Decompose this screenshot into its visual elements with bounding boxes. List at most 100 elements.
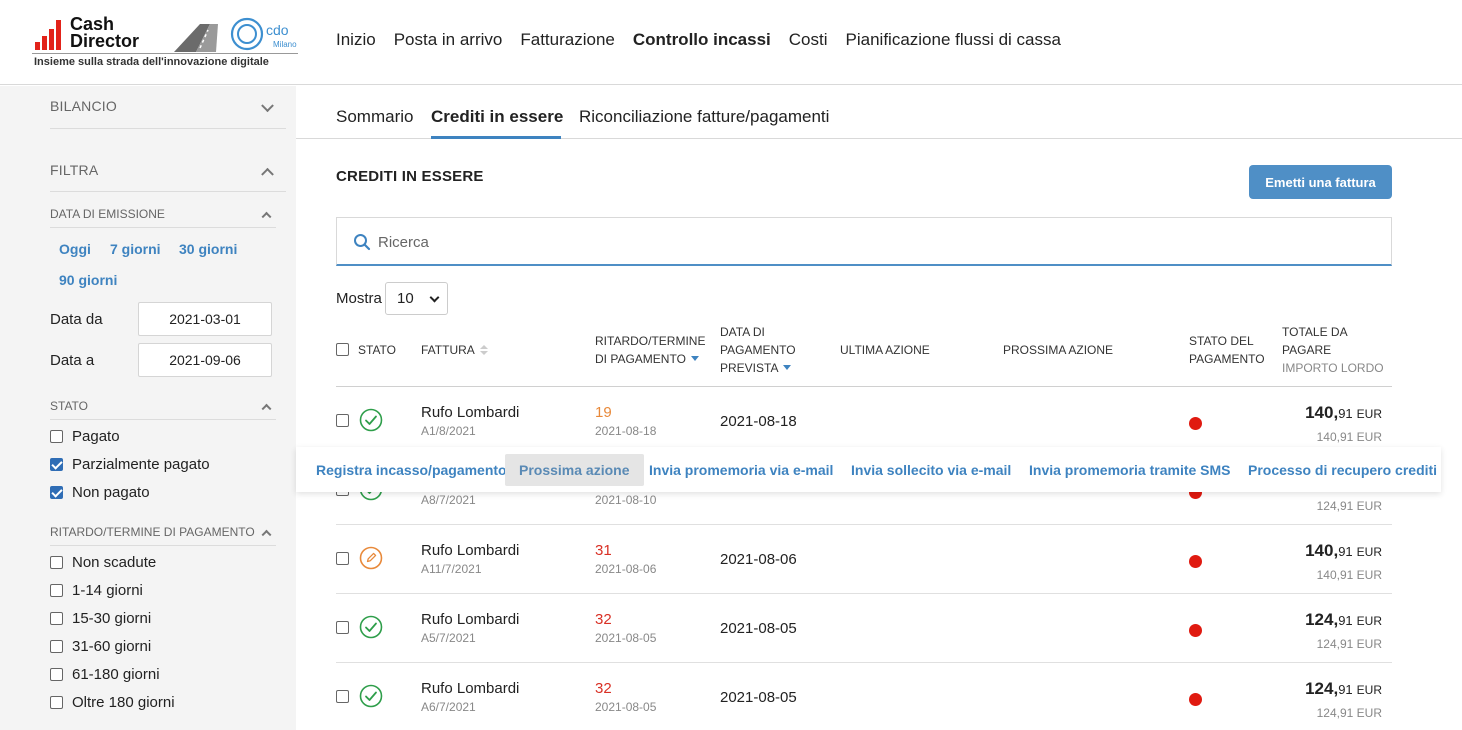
table-row[interactable]: Rufo Lombardi A5/7/2021 32 2021-08-05 20… [336, 594, 1392, 663]
chevron-up-icon [261, 167, 274, 181]
gross-amount: 140,91 EUR [1316, 568, 1382, 582]
divider [50, 227, 276, 228]
top-header: Cash Director cdo Milano Insieme sulla s… [0, 0, 1462, 85]
row-checkbox[interactable] [336, 621, 349, 634]
delay-option-oltre-180[interactable]: Oltre 180 giorni [50, 694, 175, 711]
tab-riconciliazione[interactable]: Riconciliazione fatture/pagamenti [579, 107, 829, 127]
option-label: Non pagato [72, 484, 150, 501]
gross-amount: 140,91 EUR [1316, 430, 1382, 444]
total-amount: 124,91 EUR [1305, 679, 1382, 698]
search-box [336, 217, 1392, 266]
table-row[interactable]: Rufo Lombardi A1/8/2021 19 2021-08-18 20… [336, 387, 1392, 456]
date-to-label: Data a [50, 352, 95, 369]
delay-option-61-180[interactable]: 61-180 giorni [50, 666, 160, 683]
issue-invoice-button[interactable]: Emetti una fattura [1249, 165, 1392, 199]
row-action-bar: Registra incasso/pagamento Prossima azio… [296, 447, 1441, 492]
send-email-reminder-action[interactable]: Invia promemoria via e-mail [635, 454, 847, 486]
sort-icon [479, 345, 488, 355]
brand-name: Cash Director [70, 14, 140, 51]
row-checkbox[interactable] [336, 690, 349, 703]
state-option-non-pagato[interactable]: Non pagato [50, 484, 150, 501]
total-amount: 140,91 EUR [1305, 403, 1382, 422]
quick-filter-today[interactable]: Oggi [59, 241, 91, 257]
chevron-up-icon [261, 529, 272, 540]
delay-option-31-60[interactable]: 31-60 giorni [50, 638, 151, 655]
search-input[interactable] [378, 230, 1278, 254]
search-icon [354, 234, 371, 251]
gross-amount: 124,91 EUR [1316, 706, 1382, 720]
page-title: CREDITI IN ESSERE [336, 168, 484, 185]
state-section-toggle[interactable]: STATO [50, 399, 276, 415]
debt-recovery-action[interactable]: Processo di recupero crediti [1234, 454, 1451, 486]
main-navigation: Inizio Posta in arrivo Fatturazione Cont… [336, 30, 1061, 50]
row-checkbox[interactable] [336, 414, 349, 427]
chevron-down-icon [429, 292, 440, 303]
nav-item-fatturazione[interactable]: Fatturazione [520, 30, 615, 50]
row-checkbox[interactable] [336, 552, 349, 565]
table-row[interactable]: Rufo Lombardi A6/7/2021 32 2021-08-05 20… [336, 663, 1392, 730]
tab-crediti-in-essere[interactable]: Crediti in essere [431, 107, 563, 127]
active-tab-indicator [431, 136, 561, 139]
issue-date-section-toggle[interactable]: DATA DI EMISSIONE [50, 207, 276, 223]
cash-director-logo[interactable]: Cash Director cdo Milano Insieme sulla s… [32, 14, 298, 72]
header-payment-state: STATO DEL PAGAMENTO [1189, 334, 1265, 366]
nav-item-inizio[interactable]: Inizio [336, 30, 376, 50]
date-to-input[interactable] [138, 343, 272, 377]
delay-option-15-30[interactable]: 15-30 giorni [50, 610, 151, 627]
nav-item-controllo-incassi[interactable]: Controllo incassi [633, 30, 771, 50]
delay-days: 32 [595, 680, 612, 697]
expected-payment-date: 2021-08-05 [720, 689, 797, 706]
chevron-up-icon [261, 403, 272, 414]
quick-filter-30-days[interactable]: 30 giorni [179, 241, 237, 257]
nav-item-costi[interactable]: Costi [789, 30, 828, 50]
delay-section-toggle[interactable]: RITARDO/TERMINE DI PAGAMENTO [50, 525, 276, 541]
due-date: 2021-08-06 [595, 562, 657, 576]
option-label: 61-180 giorni [72, 666, 160, 683]
state-option-parzialmente-pagato[interactable]: Parzialmente pagato [50, 456, 210, 473]
checkbox[interactable] [50, 458, 63, 471]
next-action-action[interactable]: Prossima azione [505, 454, 644, 486]
checkbox[interactable] [50, 640, 63, 653]
table-row[interactable]: Rufo Lombardi A11/7/2021 31 2021-08-06 2… [336, 525, 1392, 594]
unpaid-status-dot [1189, 417, 1202, 430]
header-state: STATO [358, 343, 397, 357]
send-email-solicitation-action[interactable]: Invia sollecito via e-mail [837, 454, 1025, 486]
delay-label: RITARDO/TERMINE DI PAGAMENTO [50, 525, 255, 539]
checkbox[interactable] [50, 486, 63, 499]
checkbox[interactable] [50, 430, 63, 443]
due-date: 2021-08-05 [595, 700, 657, 714]
select-all-checkbox[interactable] [336, 343, 349, 356]
tab-sommario[interactable]: Sommario [336, 107, 413, 127]
header-delay[interactable]: RITARDO/TERMINE DI PAGAMENTO [595, 332, 705, 368]
option-label: 31-60 giorni [72, 638, 152, 655]
checkbox[interactable] [50, 556, 63, 569]
date-from-input[interactable] [138, 302, 272, 336]
header-expected-date[interactable]: DATA DI PAGAMENTO PREVISTA [720, 323, 796, 377]
nav-item-posta[interactable]: Posta in arrivo [394, 30, 503, 50]
header-next-action: PROSSIMA AZIONE [1003, 343, 1114, 357]
customer-name: Rufo Lombardi [421, 542, 520, 559]
page-size-select[interactable]: 10 [385, 282, 448, 315]
sort-desc-icon [690, 356, 699, 361]
send-sms-reminder-action[interactable]: Invia promemoria tramite SMS [1015, 454, 1245, 486]
quick-filter-7-days[interactable]: 7 giorni [110, 241, 161, 257]
checkbox[interactable] [50, 584, 63, 597]
issue-date-label: DATA DI EMISSIONE [50, 207, 165, 221]
header-invoice[interactable]: FATTURA [421, 341, 488, 359]
chevron-up-icon [261, 211, 272, 222]
state-option-pagato[interactable]: Pagato [50, 428, 120, 445]
checkbox[interactable] [50, 696, 63, 709]
divider [50, 545, 276, 546]
quick-filter-90-days[interactable]: 90 giorni [59, 272, 117, 288]
checkbox[interactable] [50, 612, 63, 625]
filter-section-toggle[interactable]: FILTRA [50, 162, 286, 182]
delay-option-non-scadute[interactable]: Non scadute [50, 554, 156, 571]
nav-item-pianificazione[interactable]: Pianificazione flussi di cassa [846, 30, 1061, 50]
register-payment-action[interactable]: Registra incasso/pagamento [302, 454, 521, 486]
balance-section-toggle[interactable]: BILANCIO [50, 98, 286, 118]
page-size-value: 10 [397, 290, 414, 307]
checkbox[interactable] [50, 668, 63, 681]
expected-payment-date: 2021-08-05 [720, 620, 797, 637]
option-label: Parzialmente pagato [72, 456, 210, 473]
delay-option-1-14[interactable]: 1-14 giorni [50, 582, 143, 599]
